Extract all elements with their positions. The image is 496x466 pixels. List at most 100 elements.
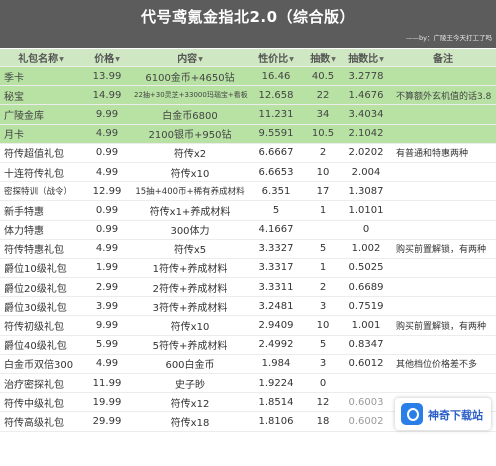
cell-price: 4.99 [82, 124, 132, 144]
cell-ratio: 3.3311 [248, 277, 304, 298]
cell-ratio: 1.8514 [248, 392, 304, 413]
table-row[interactable]: 爵位20级礼包 2.99 2符传+养成材料 3.3311 2 0.6689 [0, 277, 496, 298]
cell-ratio: 6.351 [248, 181, 304, 202]
cell-ratio: 6.6667 [248, 143, 304, 163]
cell-pulls [304, 220, 342, 240]
cell-pulls: 1 [304, 258, 342, 279]
cell-pull-ratio: 1.3087 [342, 181, 390, 202]
table-row[interactable]: 密探特训（战令） 12.99 15抽+400币+稀有养成材料 6.351 17 … [0, 181, 496, 202]
filter-dropdown-icon[interactable]: ▼ [59, 56, 64, 63]
filter-dropdown-icon[interactable]: ▼ [289, 56, 294, 63]
cell-pull-ratio: 1.002 [342, 239, 390, 259]
cell-price: 11.99 [82, 373, 132, 394]
cell-pull-ratio: 1.4676 [342, 85, 390, 106]
cell-pull-ratio: 0.5025 [342, 258, 390, 279]
cell-ratio: 3.3327 [248, 239, 304, 259]
cell-note [390, 104, 496, 125]
table-row[interactable]: 符传初级礼包 9.99 符传x10 2.9409 10 1.001 购买前置解锁… [0, 315, 496, 336]
author-credit: ——by：广陵王今天打工了吗 [406, 34, 492, 42]
cell-pull-ratio: 0.7519 [342, 296, 390, 317]
cell-name: 秘宝 [0, 85, 82, 106]
cell-note [390, 162, 496, 183]
cell-pull-ratio: 2.1042 [342, 124, 390, 144]
cell-pull-ratio: 1.001 [342, 315, 390, 336]
table-row[interactable]: 十连符传礼包 4.99 符传x10 6.6653 10 2.004 [0, 162, 496, 183]
cell-pulls: 5 [304, 239, 342, 259]
header-pulls[interactable]: 抽数▼ [304, 49, 342, 67]
cell-pulls: 1 [304, 200, 342, 221]
cell-price: 2.99 [82, 277, 132, 298]
cell-price: 29.99 [82, 411, 132, 432]
table-row[interactable]: 广陵金库 9.99 白金币6800 11.231 34 3.4034 [0, 104, 496, 125]
filter-dropdown-icon[interactable]: ▼ [115, 56, 120, 63]
table-row[interactable]: 季卡 13.99 6100金币+4650钻 16.46 40.5 3.2778 [0, 66, 496, 87]
cell-content: 史子眇 [132, 373, 248, 394]
table-row[interactable]: 新手特惠 0.99 符传x1+养成材料 5 1 1.0101 [0, 200, 496, 221]
cell-ratio: 11.231 [248, 104, 304, 125]
cell-ratio: 6.6653 [248, 162, 304, 183]
cell-content: 符传x18 [132, 411, 248, 432]
cell-pulls: 3 [304, 296, 342, 317]
table-row[interactable]: 月卡 4.99 2100银币+950钻 9.5591 10.5 2.1042 [0, 124, 496, 144]
cell-ratio: 3.3317 [248, 258, 304, 279]
cell-pull-ratio: 3.4034 [342, 104, 390, 125]
header-note[interactable]: 备注 [390, 49, 496, 67]
table-row[interactable]: 秘宝 14.99 22抽+30灵芝+33000玛瑙宝+看板素 12.658 22… [0, 85, 496, 106]
cell-content: 600白金币 [132, 354, 248, 375]
header-pull-ratio[interactable]: 抽数比▼ [342, 49, 390, 67]
header-price[interactable]: 价格▼ [82, 49, 132, 67]
cell-name: 治疗密探礼包 [0, 373, 82, 394]
filter-dropdown-icon[interactable]: ▼ [379, 56, 384, 63]
filter-dropdown-icon[interactable]: ▼ [331, 56, 336, 63]
cell-pulls: 17 [304, 181, 342, 202]
table-row[interactable]: 爵位30级礼包 3.99 3符传+养成材料 3.2481 3 0.7519 [0, 296, 496, 317]
cell-note [390, 277, 496, 298]
cell-ratio: 1.8106 [248, 411, 304, 432]
table-header-row: 礼包名称▼ 价格▼ 内容▼ 性价比▼ 抽数▼ 抽数比▼ 备注 [0, 49, 496, 67]
table-row[interactable]: 符传特惠礼包 4.99 符传x5 3.3327 5 1.002 购买前置解锁，有… [0, 239, 496, 259]
cell-name: 符传初级礼包 [0, 315, 82, 336]
cell-content: 15抽+400币+稀有养成材料 [132, 181, 248, 202]
header-label: 抽数比 [348, 54, 379, 65]
cell-pull-ratio: 3.2778 [342, 66, 390, 87]
cell-pulls: 12 [304, 392, 342, 413]
cell-name: 白金币双倍300 [0, 354, 82, 375]
header-pack-name[interactable]: 礼包名称▼ [0, 49, 82, 67]
table-row[interactable]: 符传超值礼包 0.99 符传x2 6.6667 2 2.0202 有普通和特惠两… [0, 143, 496, 163]
cell-ratio: 2.9409 [248, 315, 304, 336]
cell-note [390, 220, 496, 240]
cell-ratio: 4.1667 [248, 220, 304, 240]
filter-dropdown-icon[interactable]: ▼ [198, 56, 203, 63]
cell-note [390, 335, 496, 355]
cell-name: 爵位10级礼包 [0, 258, 82, 279]
title-banner: 代号鸢氪金指北2.0（综合版） ——by：广陵王今天打工了吗 [0, 0, 496, 48]
cell-pulls: 2 [304, 277, 342, 298]
table-row[interactable]: 白金币双倍300 4.99 600白金币 1.984 3 0.6012 其他档位… [0, 354, 496, 375]
cell-pulls: 40.5 [304, 66, 342, 87]
cell-name: 密探特训（战令） [0, 181, 82, 202]
table-row[interactable]: 爵位10级礼包 1.99 1符传+养成材料 3.3317 1 0.5025 [0, 258, 496, 279]
cell-price: 13.99 [82, 66, 132, 87]
cell-content: 5符传+养成材料 [132, 335, 248, 355]
cell-pulls: 10 [304, 162, 342, 183]
table-row[interactable]: 体力特惠 0.99 300体力 4.1667 0 [0, 220, 496, 240]
cell-content: 白金币6800 [132, 104, 248, 125]
cell-pull-ratio: 0.6003 [342, 392, 390, 413]
cell-note: 有普通和特惠两种 [390, 143, 496, 163]
table-row[interactable]: 治疗密探礼包 11.99 史子眇 1.9224 0 [0, 373, 496, 394]
cell-name: 十连符传礼包 [0, 162, 82, 183]
header-value-ratio[interactable]: 性价比▼ [248, 49, 304, 67]
header-content[interactable]: 内容▼ [132, 49, 248, 67]
cell-pull-ratio: 0 [342, 220, 390, 240]
download-site-logo-icon [401, 403, 423, 425]
cell-note [390, 200, 496, 221]
watermark-text: 神奇下载站 [428, 409, 483, 422]
cell-price: 0.99 [82, 143, 132, 163]
cell-note [390, 124, 496, 144]
cell-name: 爵位40级礼包 [0, 335, 82, 355]
cell-content: 符传x12 [132, 392, 248, 413]
cell-pull-ratio: 0.6002 [342, 411, 390, 432]
table-row[interactable]: 爵位40级礼包 5.99 5符传+养成材料 2.4992 5 0.8347 [0, 335, 496, 355]
cell-content: 2100银币+950钻 [132, 124, 248, 144]
cell-name: 爵位20级礼包 [0, 277, 82, 298]
